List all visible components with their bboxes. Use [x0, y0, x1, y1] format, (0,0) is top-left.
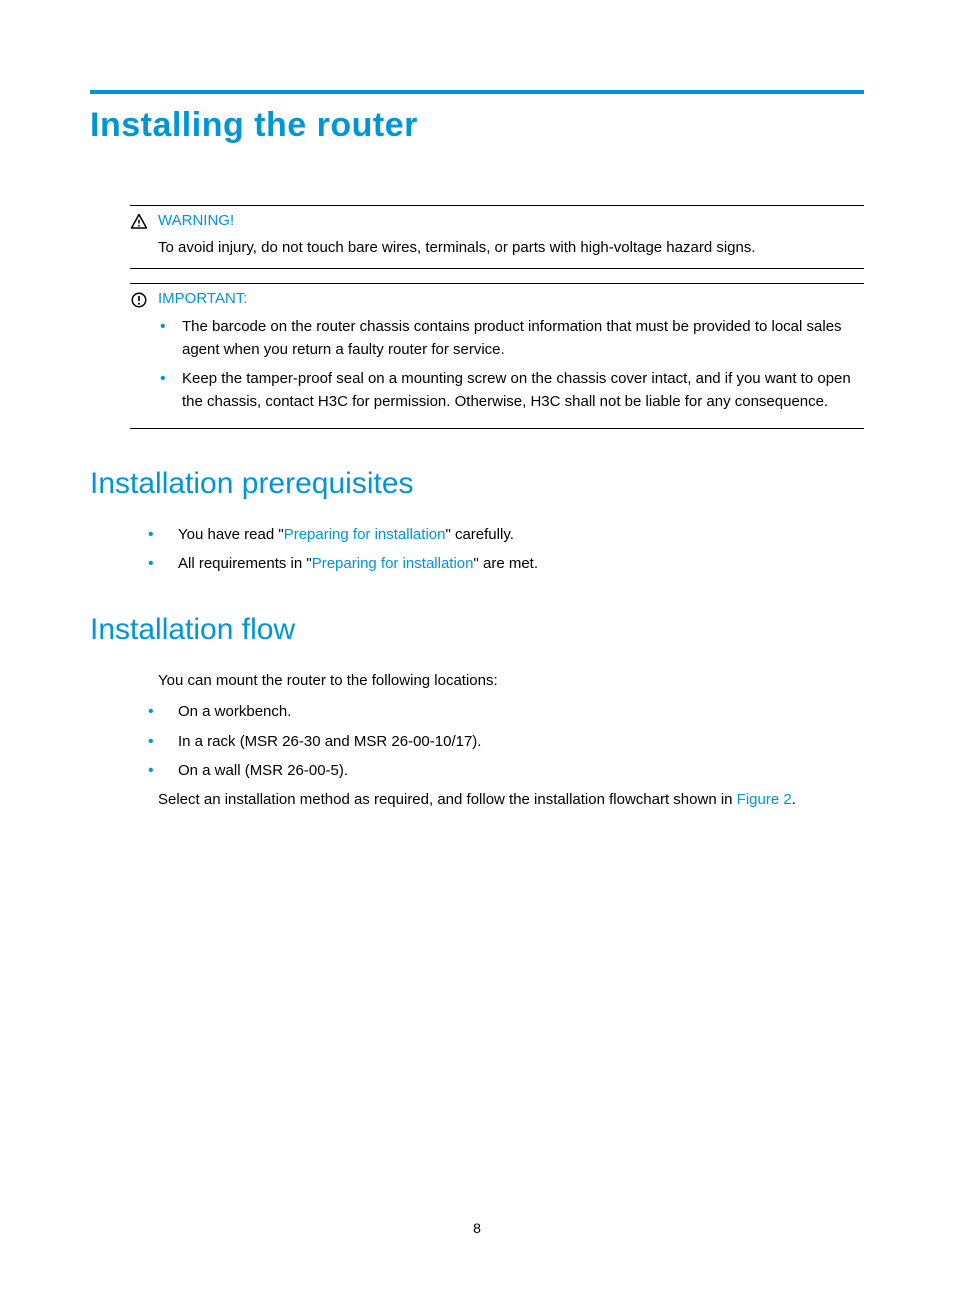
page-number: 8	[0, 1220, 954, 1236]
text: You have read "	[178, 526, 284, 543]
list-item: You have read "Preparing for installatio…	[148, 523, 864, 546]
list-item: The barcode on the router chassis contai…	[160, 315, 864, 362]
important-icon	[130, 291, 148, 309]
list-item: Keep the tamper-proof seal on a mounting…	[160, 367, 864, 414]
document-page: Installing the router WARNING! To avoid …	[0, 0, 954, 811]
link-preparing-2[interactable]: Preparing for installation	[312, 555, 474, 572]
warning-head: WARNING!	[130, 212, 864, 231]
page-title: Installing the router	[90, 106, 864, 145]
prereq-list: You have read "Preparing for installatio…	[148, 523, 864, 576]
text: .	[792, 791, 796, 808]
warning-box: WARNING! To avoid injury, do not touch b…	[130, 205, 864, 269]
important-head: IMPORTANT:	[130, 290, 864, 309]
flow-outro: Select an installation method as require…	[158, 788, 864, 811]
section-heading-flow: Installation flow	[90, 613, 864, 647]
important-box: IMPORTANT: The barcode on the router cha…	[130, 283, 864, 429]
link-figure-2[interactable]: Figure 2	[737, 791, 792, 808]
list-item: All requirements in "Preparing for insta…	[148, 552, 864, 575]
list-item: In a rack (MSR 26-30 and MSR 26-00-10/17…	[148, 730, 864, 753]
text: Select an installation method as require…	[158, 791, 737, 808]
important-label: IMPORTANT:	[158, 290, 247, 307]
warning-icon	[130, 213, 148, 231]
section-heading-prereq: Installation prerequisites	[90, 467, 864, 501]
warning-text: To avoid injury, do not touch bare wires…	[158, 237, 864, 260]
flow-intro: You can mount the router to the followin…	[158, 669, 864, 692]
text: " carefully.	[445, 526, 513, 543]
flow-list: On a workbench. In a rack (MSR 26-30 and…	[148, 700, 864, 782]
important-list: The barcode on the router chassis contai…	[160, 315, 864, 414]
text: All requirements in "	[178, 555, 312, 572]
text: " are met.	[473, 555, 538, 572]
list-item: On a workbench.	[148, 700, 864, 723]
list-item: On a wall (MSR 26-00-5).	[148, 759, 864, 782]
top-rule	[90, 90, 864, 94]
warning-label: WARNING!	[158, 212, 234, 229]
link-preparing-1[interactable]: Preparing for installation	[284, 526, 446, 543]
